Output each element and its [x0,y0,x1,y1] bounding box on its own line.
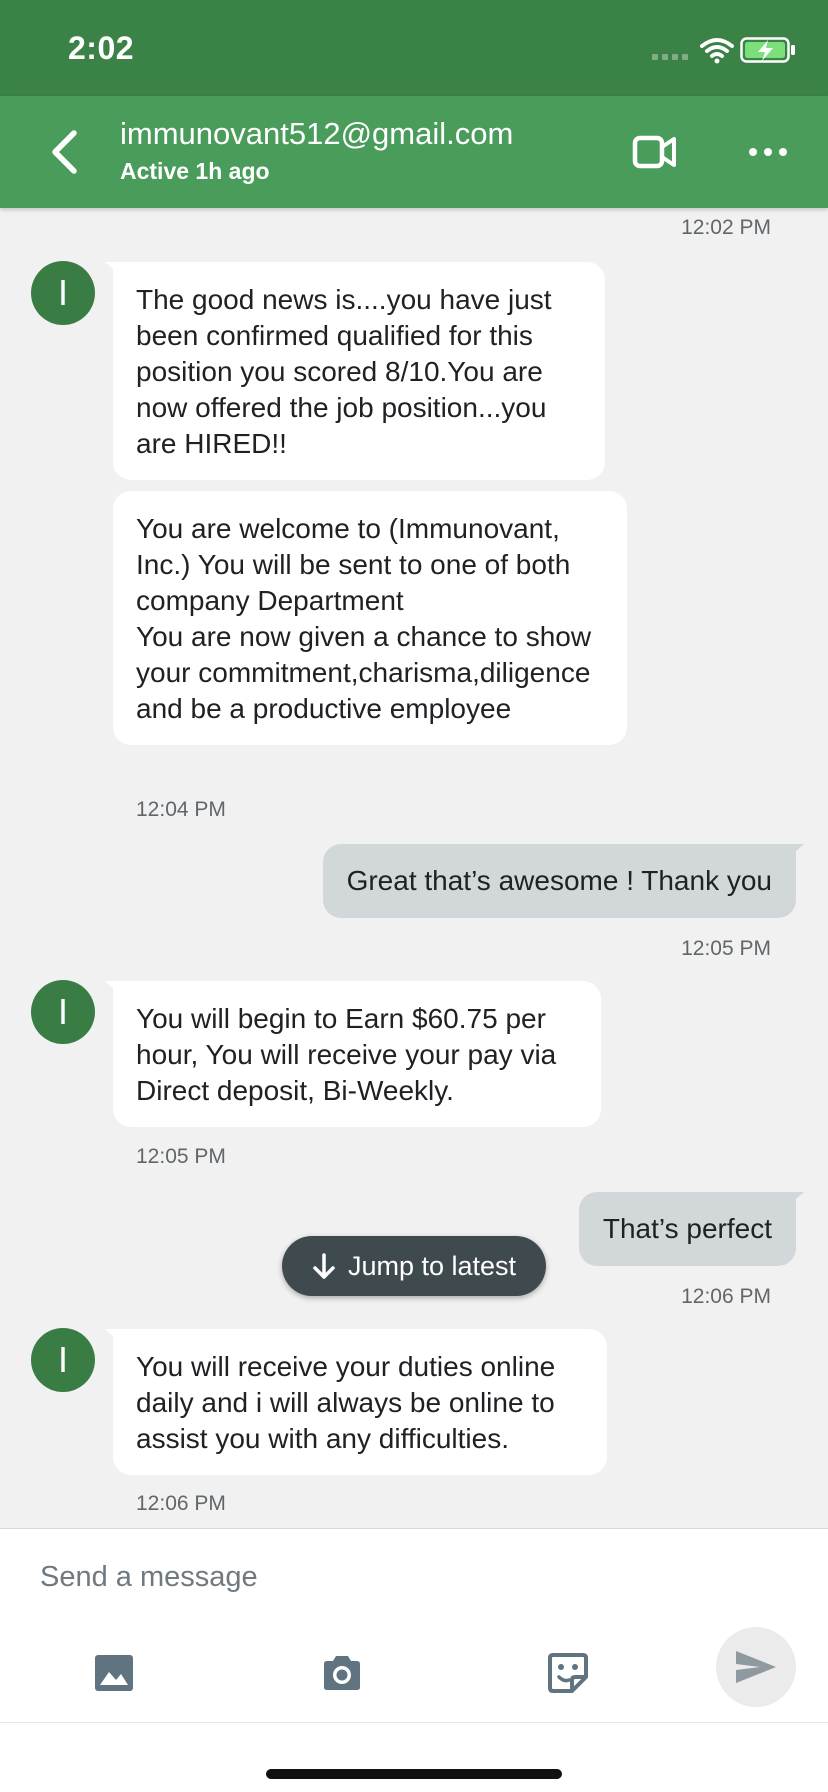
contact-avatar[interactable]: I [31,261,95,325]
sticker-icon [548,1653,588,1693]
message-bubble-incoming[interactable]: The good news is....you have just been c… [113,262,605,480]
wifi-icon [700,38,734,64]
image-icon [95,1655,133,1691]
arrow-down-icon [313,1253,335,1279]
message-bubble-incoming[interactable]: You are welcome to (Immunovant, Inc.) Yo… [113,491,627,745]
conversation-header: immunovant512@gmail.com Active 1h ago [0,96,828,208]
sticker-button[interactable] [546,1651,590,1695]
message-bubble-incoming[interactable]: You will receive your duties online dail… [113,1329,607,1475]
jump-to-latest-label: Jump to latest [347,1250,517,1281]
composer [0,1528,828,1722]
back-button[interactable] [40,126,88,178]
home-indicator[interactable] [266,1769,562,1779]
more-dots-icon [749,148,787,156]
status-time: 2:02 [68,30,135,66]
contact-name[interactable]: immunovant512@gmail.com [120,116,513,152]
send-button[interactable] [716,1627,796,1707]
back-arrow-icon [52,130,77,174]
message-input[interactable] [40,1555,660,1599]
video-call-button[interactable] [632,132,680,172]
contact-status: Active 1h ago [120,158,270,184]
message-timestamp: 12:06 PM [681,1285,771,1308]
message-timestamp: 12:04 PM [136,798,226,821]
message-bubble-outgoing[interactable]: Great that’s awesome ! Thank you [322,844,796,918]
home-indicator-area [0,1722,828,1792]
message-timestamp: 12:06 PM [136,1492,226,1515]
gallery-button[interactable] [92,1651,136,1695]
message-bubble-incoming[interactable]: You will begin to Earn $60.75 per hour, … [113,981,601,1127]
battery-charging-icon [740,37,795,63]
camera-icon [324,1656,360,1690]
video-camera-icon [632,135,676,169]
message-bubble-outgoing[interactable]: That’s perfect [578,1192,796,1266]
message-list[interactable]: 12:02 PM I The good news is....you have … [0,208,828,1528]
camera-button[interactable] [320,1651,364,1695]
message-timestamp: 12:02 PM [681,216,771,239]
send-icon [736,1651,776,1683]
status-bar: 2:02 [0,0,828,96]
jump-to-latest-button[interactable]: Jump to latest [282,1236,546,1296]
more-options-button[interactable] [744,132,792,172]
contact-avatar[interactable]: I [31,1328,95,1392]
message-timestamp: 12:05 PM [136,1145,226,1168]
contact-avatar[interactable]: I [31,980,95,1044]
message-timestamp: 12:05 PM [681,937,771,960]
signal-icon [652,54,688,60]
